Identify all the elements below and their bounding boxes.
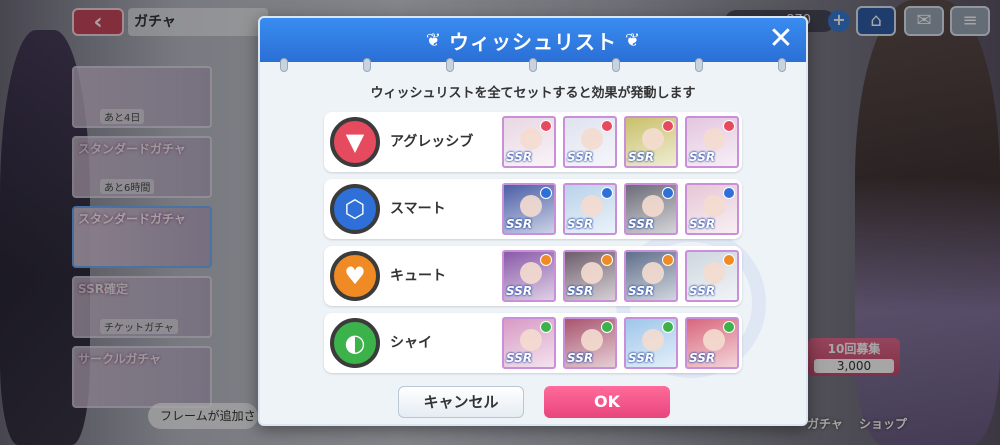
wishlist-dialog: ❦ ウィッシュリスト ❦ ✕ ウィッシュリストを全てセットすると効果が発動します… (258, 16, 808, 426)
ssr-badge: SSR (628, 217, 655, 231)
type-mark-icon (540, 254, 552, 266)
card-slots: SSR SSR SSR SSR (502, 183, 739, 235)
ssr-badge: SSR (689, 284, 716, 298)
character-portrait (520, 128, 542, 150)
type-mark-icon (662, 120, 674, 132)
ring-icon (529, 58, 537, 72)
dialog-header: ❦ ウィッシュリスト ❦ ✕ (260, 18, 806, 62)
character-card[interactable]: SSR (502, 250, 556, 302)
character-portrait (581, 128, 603, 150)
character-portrait (703, 329, 725, 351)
type-mark-icon (601, 187, 613, 199)
ring-icon (778, 58, 786, 72)
dialog-title: ウィッシュリスト (449, 29, 617, 54)
character-portrait (520, 195, 542, 217)
ssr-badge: SSR (689, 217, 716, 231)
ssr-badge: SSR (567, 284, 594, 298)
ring-icon (612, 58, 620, 72)
shy-icon: ◐ (330, 318, 380, 368)
wishlist-row: ▼ アグレッシブ SSR SSR SSR SSR (324, 112, 742, 172)
ssr-badge: SSR (506, 284, 533, 298)
character-portrait (642, 262, 664, 284)
ssr-badge: SSR (506, 217, 533, 231)
character-portrait (703, 195, 725, 217)
type-label: キュート (390, 268, 446, 284)
character-card[interactable]: SSR (502, 317, 556, 369)
type-mark-icon (662, 321, 674, 333)
type-mark-icon (662, 254, 674, 266)
type-label: スマート (390, 201, 446, 217)
ring-icon (363, 58, 371, 72)
character-card[interactable]: SSR (624, 250, 678, 302)
type-mark-icon (723, 187, 735, 199)
type-mark-icon (540, 321, 552, 333)
ssr-badge: SSR (567, 217, 594, 231)
card-slots: SSR SSR SSR SSR (502, 116, 739, 168)
close-icon[interactable]: ✕ (766, 24, 796, 55)
wishlist-row: ♥ キュート SSR SSR SSR SSR (324, 246, 742, 306)
ssr-badge: SSR (567, 351, 594, 365)
wing-icon: ❦ (625, 29, 641, 51)
binder-rings (280, 58, 786, 72)
ssr-badge: SSR (689, 150, 716, 164)
character-card[interactable]: SSR (685, 317, 739, 369)
ssr-badge: SSR (628, 351, 655, 365)
type-mark-icon (540, 187, 552, 199)
type-label: アグレッシブ (390, 134, 474, 150)
character-portrait (703, 262, 725, 284)
character-portrait (703, 128, 725, 150)
character-card[interactable]: SSR (563, 250, 617, 302)
character-card[interactable]: SSR (563, 317, 617, 369)
wishlist-row: ◐ シャイ SSR SSR SSR SSR (324, 313, 742, 373)
ssr-badge: SSR (689, 351, 716, 365)
character-portrait (581, 262, 603, 284)
character-portrait (520, 329, 542, 351)
character-card[interactable]: SSR (685, 183, 739, 235)
type-mark-icon (601, 321, 613, 333)
ssr-badge: SSR (567, 150, 594, 164)
wing-icon: ❦ (425, 29, 441, 51)
character-card[interactable]: SSR (502, 183, 556, 235)
character-card[interactable]: SSR (624, 317, 678, 369)
type-label: シャイ (390, 335, 432, 351)
type-mark-icon (662, 187, 674, 199)
character-portrait (581, 195, 603, 217)
cancel-button[interactable]: キャンセル (398, 386, 524, 418)
ring-icon (280, 58, 288, 72)
character-portrait (520, 262, 542, 284)
aggressive-icon: ▼ (330, 117, 380, 167)
card-slots: SSR SSR SSR SSR (502, 317, 739, 369)
character-card[interactable]: SSR (624, 183, 678, 235)
ssr-badge: SSR (628, 150, 655, 164)
type-mark-icon (601, 254, 613, 266)
ring-icon (695, 58, 703, 72)
type-mark-icon (723, 254, 735, 266)
ssr-badge: SSR (628, 284, 655, 298)
ssr-badge: SSR (506, 351, 533, 365)
type-mark-icon (723, 120, 735, 132)
character-card[interactable]: SSR (563, 116, 617, 168)
character-portrait (642, 195, 664, 217)
type-mark-icon (540, 120, 552, 132)
character-card[interactable]: SSR (502, 116, 556, 168)
ring-icon (446, 58, 454, 72)
character-card[interactable]: SSR (685, 116, 739, 168)
card-slots: SSR SSR SSR SSR (502, 250, 739, 302)
type-mark-icon (723, 321, 735, 333)
character-card[interactable]: SSR (685, 250, 739, 302)
character-portrait (642, 329, 664, 351)
character-card[interactable]: SSR (563, 183, 617, 235)
character-card[interactable]: SSR (624, 116, 678, 168)
ssr-badge: SSR (506, 150, 533, 164)
wishlist-row: ⬡ スマート SSR SSR SSR SSR (324, 179, 742, 239)
dialog-instruction: ウィッシュリストを全てセットすると効果が発動します (370, 86, 696, 101)
character-portrait (581, 329, 603, 351)
character-portrait (642, 128, 664, 150)
ok-button[interactable]: OK (544, 386, 670, 418)
cute-icon: ♥ (330, 251, 380, 301)
type-mark-icon (601, 120, 613, 132)
smart-icon: ⬡ (330, 184, 380, 234)
